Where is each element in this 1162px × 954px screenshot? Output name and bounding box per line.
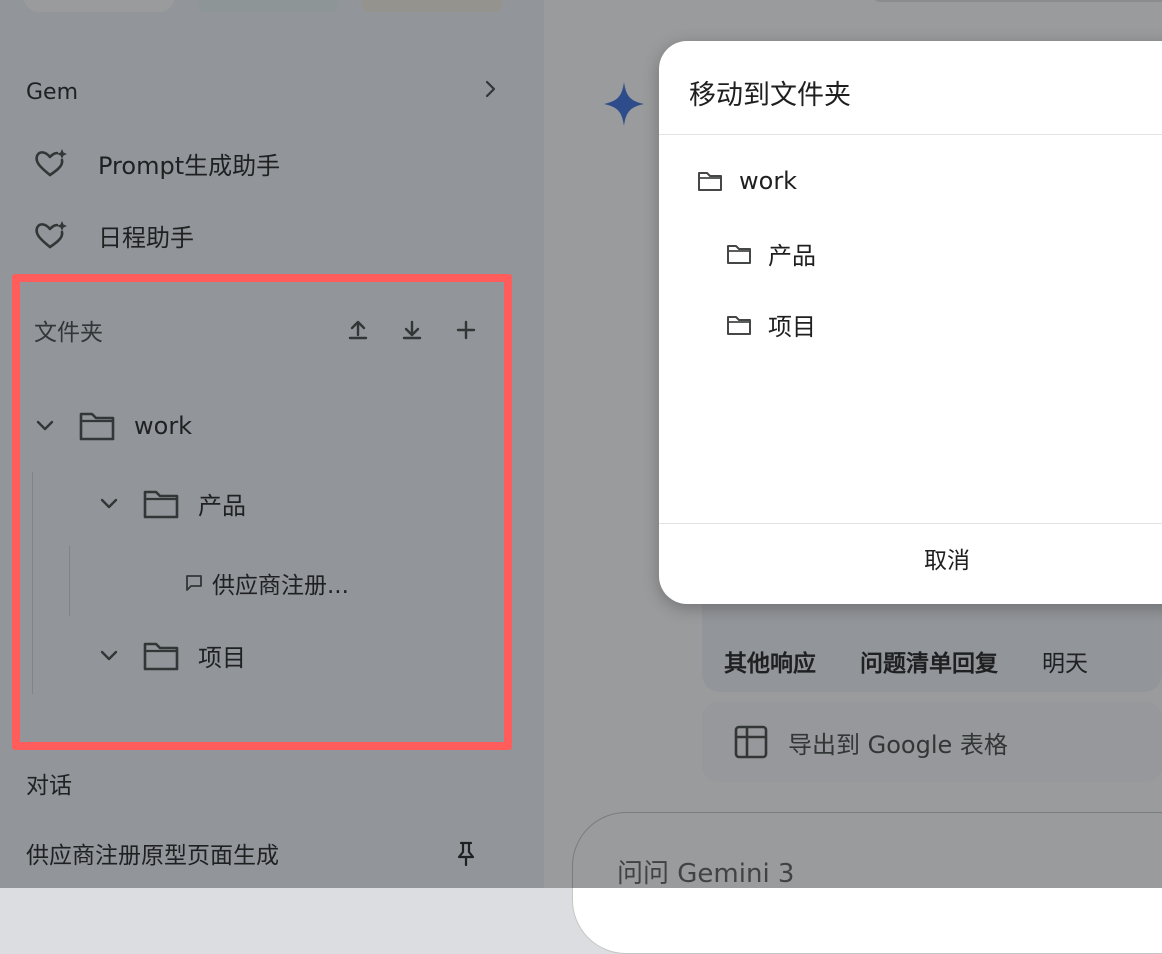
table-grid-icon xyxy=(734,725,768,759)
folder-option-label: 产品 xyxy=(768,242,816,270)
conversation-label: 供应商注册... xyxy=(212,573,349,599)
folder-label: work xyxy=(134,412,193,440)
conversation-item[interactable]: 供应商注册原型页面生成 xyxy=(26,836,476,870)
prompt-input-placeholder: 问问 Gemini 3 xyxy=(617,859,795,889)
gem-item-schedule-helper[interactable]: 日程助手 xyxy=(26,213,500,257)
gem-item-label: 日程助手 xyxy=(98,223,194,252)
move-to-folder-dialog: 移动到文件夹 work 产品 项目 取消 xyxy=(659,41,1162,604)
dialog-folder-option-work[interactable]: work xyxy=(697,167,797,195)
folder-option-label: 项目 xyxy=(768,313,816,341)
chevron-down-icon[interactable] xyxy=(94,498,124,510)
sidebar: Gem Prompt生成助手 日程助手 文件夹 work 产品 供应商注册...… xyxy=(0,0,544,888)
upload-icon[interactable] xyxy=(342,314,374,346)
add-folder-icon[interactable] xyxy=(450,314,482,346)
recent-card-thumbnail[interactable] xyxy=(24,0,174,12)
folder-tree-item-product[interactable]: 产品 xyxy=(94,486,246,521)
cancel-button[interactable]: 取消 xyxy=(659,541,1162,575)
folder-icon xyxy=(142,488,180,520)
folder-icon xyxy=(726,243,752,265)
divider xyxy=(659,523,1162,524)
gem-item-label: Prompt生成助手 xyxy=(98,151,281,180)
tree-guide-line xyxy=(32,472,33,694)
pin-icon[interactable] xyxy=(456,840,476,866)
chevron-down-icon[interactable] xyxy=(30,420,60,432)
conversations-section-title: 对话 xyxy=(26,773,72,799)
chat-bubble-icon xyxy=(184,574,204,592)
chevron-down-icon[interactable] xyxy=(94,650,124,662)
folder-label: 产品 xyxy=(198,492,246,520)
folder-panel-header: 文件夹 xyxy=(34,312,482,348)
folder-icon xyxy=(697,170,723,192)
conversation-item-label: 供应商注册原型页面生成 xyxy=(26,843,279,869)
prompt-input[interactable]: 问问 Gemini 3 xyxy=(572,812,1162,954)
folder-option-label: work xyxy=(739,167,798,195)
recent-card-image[interactable] xyxy=(362,0,502,12)
gem-section-header[interactable]: Gem xyxy=(26,74,500,110)
gem-section-title: Gem xyxy=(26,79,79,105)
folder-icon xyxy=(142,640,180,672)
table-cell: 其他响应 xyxy=(724,651,816,677)
tree-guide-line xyxy=(69,546,70,616)
divider xyxy=(659,134,1162,135)
gem-item-prompt-helper[interactable]: Prompt生成助手 xyxy=(26,141,500,185)
export-label: 导出到 Google 表格 xyxy=(788,730,1008,759)
dialog-title: 移动到文件夹 xyxy=(689,80,851,111)
dialog-folder-option-product[interactable]: 产品 xyxy=(726,236,816,271)
dialog-folder-option-project[interactable]: 项目 xyxy=(726,307,816,342)
gem-sparkle-heart-icon xyxy=(26,145,74,181)
folder-panel-title: 文件夹 xyxy=(34,320,103,346)
folder-tree-item-project[interactable]: 项目 xyxy=(94,638,246,673)
table-cell: 明天 xyxy=(1042,651,1088,677)
folder-icon xyxy=(78,410,116,442)
folder-label: 项目 xyxy=(198,644,246,672)
table-cell: 问题清单回复 xyxy=(860,651,998,677)
folder-tree-item-work[interactable]: work xyxy=(30,410,192,442)
folder-icon xyxy=(726,314,752,336)
top-scroll-element xyxy=(874,0,1162,2)
chevron-right-icon[interactable] xyxy=(480,79,500,105)
gem-sparkle-heart-icon xyxy=(26,217,74,253)
export-to-sheets-button[interactable]: 导出到 Google 表格 xyxy=(702,702,1162,782)
table-row: 其他响应 问题清单回复 明天 xyxy=(724,644,1088,678)
folder-panel: 文件夹 work 产品 供应商注册... 项目 xyxy=(12,274,512,750)
folder-conversation-item[interactable]: 供应商注册... xyxy=(184,566,349,600)
gemini-sparkle-icon xyxy=(604,82,644,130)
download-icon[interactable] xyxy=(396,314,428,346)
recent-card-image[interactable] xyxy=(198,0,338,12)
